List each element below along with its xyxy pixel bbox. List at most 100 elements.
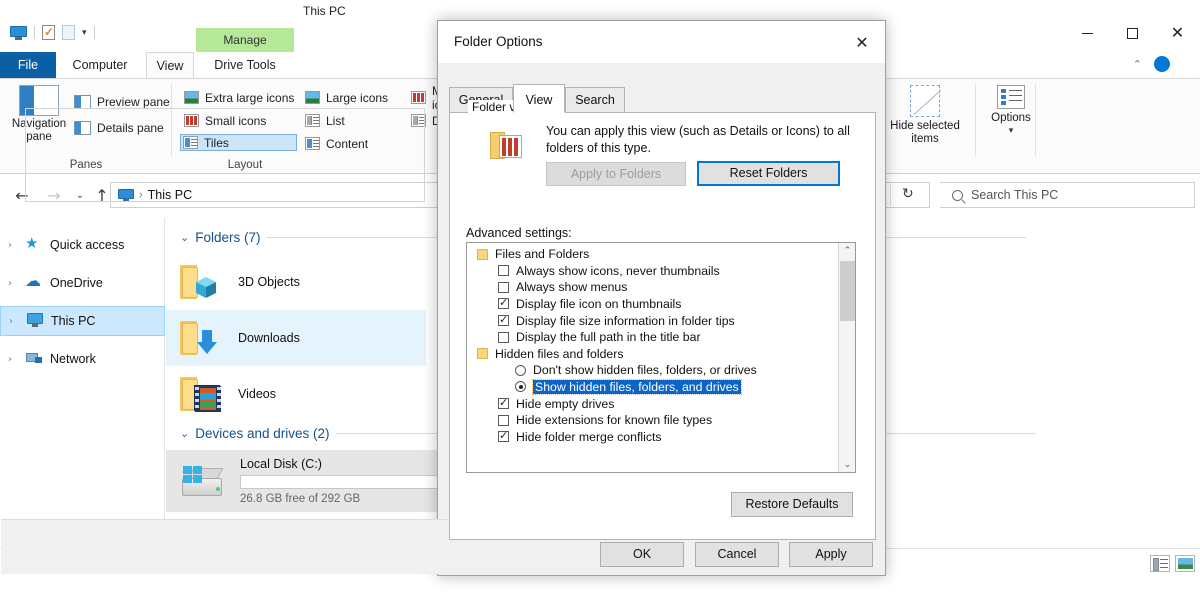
tab-view[interactable]: View <box>513 84 565 113</box>
layout-large-icons[interactable]: Large icons <box>303 89 392 106</box>
tab-drive-tools[interactable]: Drive Tools <box>196 52 294 78</box>
tab-computer[interactable]: Computer <box>60 52 140 78</box>
properties-icon[interactable] <box>42 25 55 40</box>
maximize-button[interactable] <box>1110 18 1155 48</box>
advanced-settings-scrollbar[interactable]: ⌃ ⌄ <box>838 243 855 473</box>
checkbox[interactable] <box>498 415 509 426</box>
this-pc-icon <box>26 313 44 329</box>
this-pc-icon[interactable] <box>10 26 27 40</box>
chevron-right-icon[interactable]: › <box>8 278 18 289</box>
preview-pane-button[interactable]: Preview pane <box>74 95 170 109</box>
close-icon: ✕ <box>1171 25 1184 41</box>
settings-checkbox-row[interactable]: Always show icons, never thumbnails <box>467 263 838 279</box>
contextual-tab-header-manage: Manage <box>196 28 294 52</box>
sidebar-item-this-pc[interactable]: › This PC <box>0 306 165 336</box>
checkbox[interactable] <box>498 282 509 293</box>
checkbox[interactable] <box>498 315 509 326</box>
navigation-pane: › Quick access › OneDrive › This PC › Ne… <box>0 218 165 548</box>
new-folder-icon[interactable] <box>62 25 75 40</box>
layout-label: Extra large icons <box>205 91 294 105</box>
group-divider-2 <box>975 84 976 156</box>
settings-category[interactable]: Files and Folders <box>467 246 838 262</box>
options-button[interactable]: Options ▾ <box>980 85 1042 136</box>
large-icons-view-button[interactable] <box>1175 555 1195 572</box>
settings-label: Hide empty drives <box>516 397 614 411</box>
scroll-up-icon[interactable]: ⌃ <box>839 243 856 260</box>
apply-to-folders-button[interactable]: Apply to Folders <box>546 162 686 186</box>
scrollbar-thumb[interactable] <box>840 261 855 321</box>
checkbox[interactable] <box>498 298 509 309</box>
close-button[interactable]: ✕ <box>1155 18 1200 48</box>
sidebar-item-quick-access[interactable]: › Quick access <box>0 230 165 260</box>
list-item[interactable]: 3D Objects <box>166 254 426 310</box>
group-divider-3 <box>1035 84 1036 156</box>
settings-label: Hidden files and folders <box>495 347 624 361</box>
drive-info: Local Disk (C:) 26.8 GB free of 292 GB <box>240 457 440 505</box>
checkbox[interactable] <box>498 265 509 276</box>
tab-file[interactable]: File <box>0 52 56 78</box>
hide-selected-items-button[interactable]: Hide selected items <box>882 85 968 146</box>
settings-category[interactable]: Hidden files and folders <box>467 346 838 362</box>
checkbox[interactable] <box>498 398 509 409</box>
settings-checkbox-row[interactable]: Always show menus <box>467 279 838 295</box>
layout-extra-large-icons[interactable]: Extra large icons <box>182 89 298 106</box>
preview-pane-icon <box>74 95 91 109</box>
details-view-button[interactable] <box>1150 555 1170 572</box>
settings-label: Display file icon on thumbnails <box>516 297 681 311</box>
large-icons-icon <box>305 91 320 104</box>
preview-pane-label: Preview pane <box>97 95 170 109</box>
sidebar-item-network[interactable]: › Network <box>0 344 165 374</box>
scroll-down-icon[interactable]: ⌄ <box>839 457 856 473</box>
sidebar-item-onedrive[interactable]: › OneDrive <box>0 268 165 298</box>
settings-checkbox-row[interactable]: Display the full path in the title bar <box>467 329 838 345</box>
chevron-down-icon[interactable]: ▾ <box>82 27 87 38</box>
list-item[interactable]: Local Disk (C:) 26.8 GB free of 292 GB <box>166 450 440 512</box>
settings-checkbox-row[interactable]: Hide folder merge conflicts <box>467 429 838 445</box>
address-divider <box>890 184 891 206</box>
advanced-settings-list[interactable]: Files and Folders Always show icons, neve… <box>466 242 856 473</box>
ok-button[interactable]: OK <box>600 542 684 567</box>
videos-folder-icon <box>180 375 224 413</box>
chevron-right-icon[interactable]: › <box>9 316 19 327</box>
chevron-down-icon[interactable]: ⌄ <box>180 427 189 440</box>
settings-checkbox-row[interactable]: Display file size information in folder … <box>467 312 838 328</box>
extra-large-icons-icon <box>184 91 199 104</box>
radio-button[interactable] <box>515 365 526 376</box>
settings-checkbox-row[interactable]: Hide empty drives <box>467 395 838 411</box>
chevron-right-icon[interactable]: › <box>8 354 18 365</box>
chevron-down-icon[interactable]: ⌄ <box>180 231 189 244</box>
reset-folders-button[interactable]: Reset Folders <box>697 161 840 186</box>
checkbox[interactable] <box>498 431 509 442</box>
restore-defaults-button[interactable]: Restore Defaults <box>731 492 853 517</box>
list-item[interactable]: Downloads <box>166 310 426 366</box>
item-label: Downloads <box>238 331 300 345</box>
layout-label: Large icons <box>326 91 388 105</box>
settings-radio-row[interactable]: Show hidden files, folders, and drives <box>467 379 838 395</box>
local-disk-icon <box>180 462 226 500</box>
downloads-folder-icon <box>180 319 224 357</box>
chevron-down-icon[interactable]: ▾ <box>980 125 1042 136</box>
list-item[interactable]: Videos <box>166 366 426 422</box>
minimize-button[interactable] <box>1065 18 1110 48</box>
settings-label: Always show icons, never thumbnails <box>516 264 720 278</box>
hide-selected-items-icon <box>910 85 940 117</box>
radio-button[interactable] <box>515 381 526 392</box>
window-controls: ✕ <box>1065 18 1200 48</box>
hide-selected-items-label-2: items <box>882 133 968 146</box>
cancel-button[interactable]: Cancel <box>695 542 779 567</box>
settings-radio-row[interactable]: Don't show hidden files, folders, or dri… <box>467 362 838 378</box>
refresh-icon[interactable]: ↻ <box>902 186 914 202</box>
settings-checkbox-row[interactable]: Hide extensions for known file types <box>467 412 838 428</box>
tab-search[interactable]: Search <box>565 87 625 113</box>
advanced-settings-label: Advanced settings: <box>466 226 572 240</box>
group-header-label: Devices and drives (2) <box>195 426 329 441</box>
tab-view[interactable]: View <box>146 52 194 78</box>
settings-label: Hide extensions for known file types <box>516 413 712 427</box>
search-input[interactable]: Search This PC <box>940 182 1195 208</box>
apply-button[interactable]: Apply <box>789 542 873 567</box>
settings-checkbox-row[interactable]: Display file icon on thumbnails <box>467 296 838 312</box>
chevron-right-icon[interactable]: › <box>8 240 18 251</box>
checkbox[interactable] <box>498 332 509 343</box>
dialog-close-button[interactable]: ✕ <box>839 21 885 63</box>
file-explorer-window: ▾ This PC ✕ ⌃ Manage File Computer View … <box>0 0 1200 600</box>
